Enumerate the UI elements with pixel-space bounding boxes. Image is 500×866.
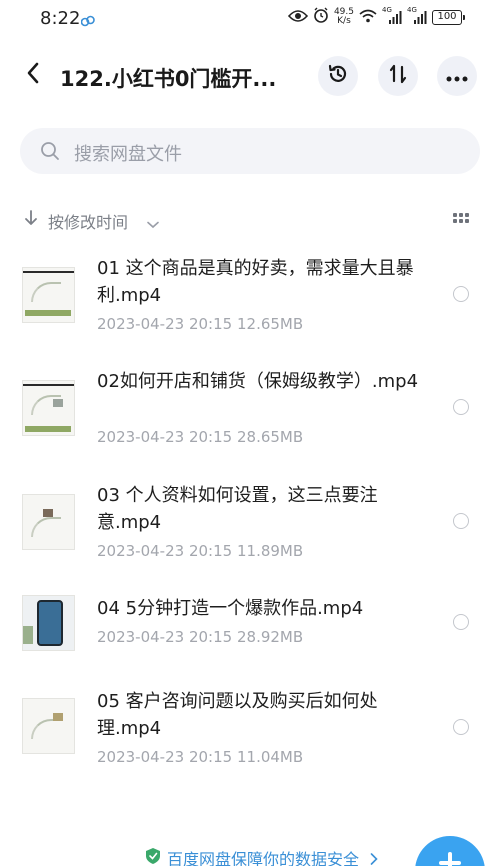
history-icon: [327, 63, 349, 89]
file-date: 2023-04-23: [97, 542, 185, 560]
file-name: 03 个人资料如何设置，这三点要注意.mp4: [97, 485, 378, 533]
back-arrow-icon: [26, 62, 40, 88]
list-item[interactable]: 04 5分钟打造一个爆款作品.mp4 2023-04-23 20:15 28.9…: [0, 595, 500, 655]
sort-transfer-icon: [387, 63, 409, 89]
select-radio[interactable]: [453, 719, 469, 735]
more-button[interactable]: [437, 56, 477, 96]
shield-icon: [145, 847, 161, 866]
history-button[interactable]: [318, 56, 358, 96]
file-time: 20:15: [188, 428, 233, 446]
file-name: 02如何开店和铺货（保姆级教学）.mp4: [97, 371, 419, 392]
page-title: 122.小红书0门槛开...: [60, 67, 277, 91]
file-time: 20:15: [188, 542, 233, 560]
file-meta: 2023-04-23 20:15 28.92MB: [97, 628, 303, 646]
signal-1-label: 4G: [382, 6, 392, 14]
more-icon: [446, 67, 468, 86]
list-item[interactable]: 02如何开店和铺货（保姆级教学）.mp4 2023-04-23 20:15 28…: [0, 368, 500, 473]
select-radio[interactable]: [453, 513, 469, 529]
file-meta: 2023-04-23 20:15 12.65MB: [97, 315, 303, 333]
down-arrow-icon: [24, 209, 38, 231]
signal-icon: 4G: [407, 6, 427, 25]
network-speed-unit: K/s: [337, 16, 351, 26]
file-meta: 2023-04-23 20:15 11.04MB: [97, 748, 303, 766]
eye-icon: [287, 8, 309, 27]
file-date: 2023-04-23: [97, 428, 185, 446]
file-meta: 2023-04-23 20:15 11.89MB: [97, 542, 303, 560]
status-time: 8:22: [40, 8, 81, 29]
signal-2-label: 4G: [407, 6, 417, 14]
search-icon: [40, 141, 60, 165]
video-thumbnail: [22, 494, 75, 550]
status-bar: 8:22 49.5 K/s 4G 4G 100: [0, 0, 500, 36]
select-radio[interactable]: [453, 286, 469, 302]
wifi-icon: [359, 8, 377, 27]
file-time: 20:15: [188, 315, 233, 333]
select-radio[interactable]: [453, 399, 469, 415]
video-thumbnail: [22, 380, 75, 436]
alarm-icon: [313, 7, 329, 27]
file-date: 2023-04-23: [97, 315, 185, 333]
video-thumbnail: [22, 595, 75, 651]
search-placeholder: 搜索网盘文件: [74, 144, 182, 165]
file-date: 2023-04-23: [97, 748, 185, 766]
chevron-right-icon: [370, 850, 378, 866]
add-button[interactable]: [415, 836, 485, 866]
video-thumbnail: [22, 698, 75, 754]
file-size: 28.92MB: [236, 628, 304, 646]
file-size: 12.65MB: [236, 315, 304, 333]
video-thumbnail: [22, 267, 75, 323]
file-time: 20:15: [188, 628, 233, 646]
file-name: 04 5分钟打造一个爆款作品.mp4: [97, 598, 364, 619]
list-item[interactable]: 03 个人资料如何设置，这三点要注意.mp4 2023-04-23 20:15 …: [0, 482, 500, 587]
file-size: 28.65MB: [236, 428, 304, 446]
file-meta: 2023-04-23 20:15 28.65MB: [97, 428, 303, 446]
grid-view-icon[interactable]: [453, 213, 470, 225]
list-item[interactable]: 05 客户咨询问题以及购买后如何处理.mp4 2023-04-23 20:15 …: [0, 688, 500, 793]
cloud-app-icon: [80, 12, 95, 31]
battery-icon: 100: [432, 9, 465, 25]
file-time: 20:15: [188, 748, 233, 766]
list-item[interactable]: 01 这个商品是真的好卖，需求量大且暴利.mp4 2023-04-23 20:1…: [0, 255, 500, 360]
back-button[interactable]: [18, 60, 48, 90]
chevron-down-icon[interactable]: [147, 214, 159, 233]
file-size: 11.04MB: [236, 748, 304, 766]
search-input[interactable]: 搜索网盘文件: [20, 128, 480, 174]
file-size: 11.89MB: [236, 542, 304, 560]
sort-label[interactable]: 按修改时间: [48, 209, 128, 233]
file-date: 2023-04-23: [97, 628, 185, 646]
footer-link[interactable]: 百度网盘保障你的数据安全: [167, 846, 359, 866]
sort-row: 按修改时间: [0, 205, 500, 235]
network-speed: 49.5 K/s: [334, 8, 354, 26]
signal-icon: 4G: [382, 6, 402, 25]
battery-level: 100: [437, 10, 457, 22]
file-name: 05 客户咨询问题以及购买后如何处理.mp4: [97, 691, 378, 739]
sort-button[interactable]: [378, 56, 418, 96]
file-name: 01 这个商品是真的好卖，需求量大且暴利.mp4: [97, 258, 414, 306]
select-radio[interactable]: [453, 614, 469, 630]
header: 122.小红书0门槛开...: [0, 50, 500, 104]
